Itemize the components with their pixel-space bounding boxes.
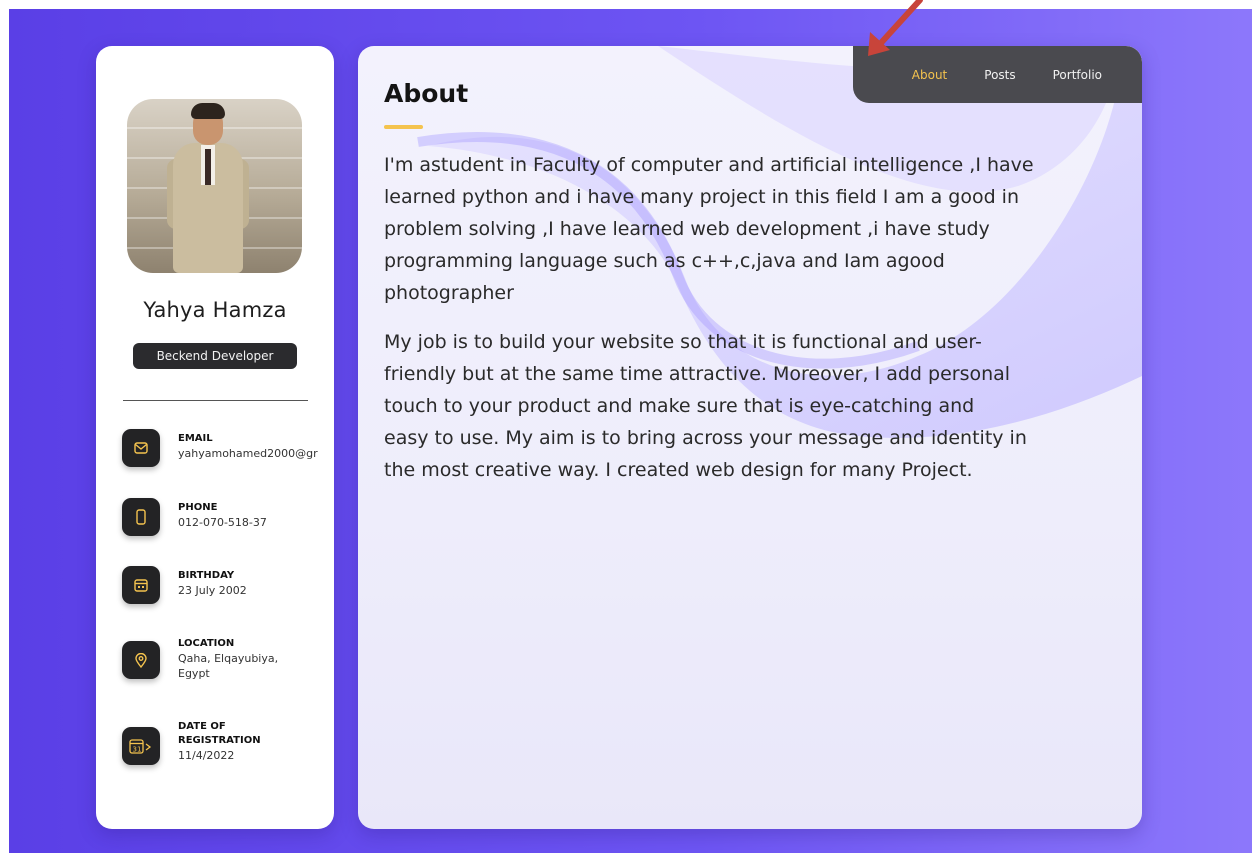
about-paragraph-1: I'm astudent in Faculty of computer and … [384, 149, 1119, 309]
location-pin-icon [122, 641, 160, 679]
paragraph-line: the most creative way. I created web des… [384, 459, 973, 481]
contact-label: BIRTHDAY [178, 570, 235, 581]
phone-value[interactable]: 012-070-518-37 [178, 515, 334, 530]
calendar-31-icon: 31 [122, 727, 160, 765]
paragraph-line: programming language such as c++,c,java … [384, 250, 945, 272]
paragraph-line: photographer [384, 282, 514, 304]
profile-sidebar: Yahya Hamza Beckend Developer EMAIL yahy… [96, 46, 334, 829]
location-value-line2: Egypt [178, 667, 210, 680]
pointer-arrow-icon [868, 0, 923, 56]
location-value: Qaha, Elqayubiya, [178, 652, 279, 665]
title-underline [384, 125, 423, 129]
mail-icon [122, 429, 160, 467]
paragraph-line: My job is to build your website so that … [384, 331, 982, 353]
sidebar-divider [123, 400, 308, 401]
contact-label-line2: REGISTRATION [178, 735, 261, 746]
contact-label: EMAIL [178, 433, 213, 444]
calendar-icon [122, 566, 160, 604]
paragraph-line: friendly but at the same time attractive… [384, 363, 1011, 385]
paragraph-line: problem solving ,I have learned web deve… [384, 218, 990, 240]
contact-label: PHONE [178, 502, 218, 513]
svg-text:31: 31 [133, 746, 142, 754]
paragraph-line: touch to your product and make sure that… [384, 395, 975, 417]
contact-label: LOCATION [178, 638, 235, 649]
about-panel: About Posts Portfolio About I'm astudent… [358, 46, 1142, 829]
email-value[interactable]: yahyamohamed2000@gr [178, 446, 334, 461]
tab-posts[interactable]: Posts [984, 68, 1015, 82]
birthday-value: 23 July 2002 [178, 584, 247, 597]
contact-label: DATE OF [178, 721, 226, 732]
paragraph-line: easy to use. My aim is to bring across y… [384, 427, 1027, 449]
phone-icon [122, 498, 160, 536]
paragraph-line: I'm astudent in Faculty of computer and … [384, 154, 1034, 176]
avatar [127, 99, 302, 273]
tab-portfolio[interactable]: Portfolio [1053, 68, 1102, 82]
profile-name: Yahya Hamza [143, 298, 287, 322]
role-badge: Beckend Developer [133, 343, 297, 369]
tab-about[interactable]: About [912, 68, 947, 82]
page-title: About [384, 79, 469, 108]
about-paragraph-2: My job is to build your website so that … [384, 326, 1119, 486]
paragraph-line: learned python and i have many project i… [384, 186, 1019, 208]
registration-value: 11/4/2022 [178, 749, 235, 762]
